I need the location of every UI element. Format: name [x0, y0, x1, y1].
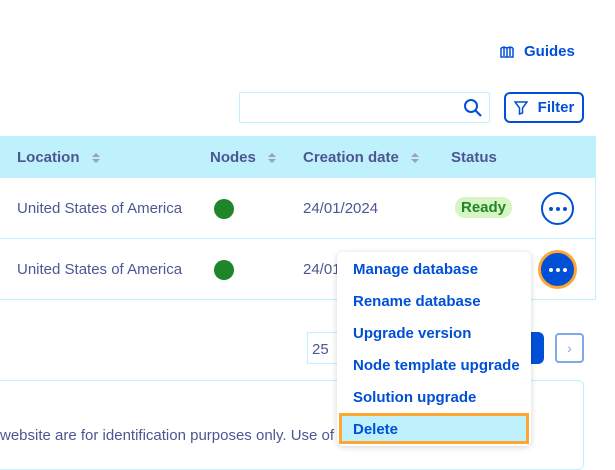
filter-icon [513, 100, 528, 115]
search-input[interactable] [239, 92, 490, 123]
sort-icon[interactable] [267, 152, 276, 163]
column-nodes[interactable]: Nodes [210, 149, 276, 166]
more-actions-button[interactable] [541, 192, 574, 225]
location-cell: United States of America [17, 261, 183, 278]
chevron-right-icon: › [567, 340, 572, 356]
menu-item-delete[interactable]: Delete [339, 413, 529, 444]
location-cell: United States of America [17, 200, 183, 217]
column-location[interactable]: Location [17, 149, 100, 166]
column-label: Nodes [210, 149, 256, 166]
column-label: Creation date [303, 149, 399, 166]
table-row: United States of America 24/01/2024 Read… [0, 178, 596, 239]
status-badge: Ready [455, 197, 513, 218]
filter-label: Filter [537, 99, 575, 116]
menu-item-node-template-upgrade[interactable]: Node template upgrade [353, 357, 520, 374]
menu-item-upgrade-version[interactable]: Upgrade version [353, 325, 471, 342]
creation-date-cell: 24/01/2024 [303, 200, 379, 217]
search-icon[interactable] [463, 98, 483, 118]
next-page-button[interactable]: › [555, 333, 584, 363]
guides-link[interactable]: Guides [500, 43, 575, 60]
menu-item-rename-database[interactable]: Rename database [353, 293, 481, 310]
book-icon [500, 45, 514, 58]
menu-item-manage-database[interactable]: Manage database [353, 261, 478, 278]
node-status-dot [214, 260, 234, 280]
column-creation-date[interactable]: Creation date [303, 149, 419, 166]
column-status: Status [451, 149, 497, 166]
filter-button[interactable]: Filter [504, 92, 584, 123]
sort-icon[interactable] [410, 152, 419, 163]
sort-icon[interactable] [91, 152, 100, 163]
menu-item-solution-upgrade[interactable]: Solution upgrade [353, 389, 476, 406]
guides-label: Guides [524, 43, 575, 60]
node-status-dot [214, 199, 234, 219]
column-label: Location [17, 149, 80, 166]
column-label: Status [451, 149, 497, 166]
footer-text: website are for identification purposes … [0, 427, 335, 444]
actions-menu: Manage database Rename database Upgrade … [337, 252, 531, 446]
more-actions-button[interactable] [541, 253, 574, 286]
table-header: Location Nodes Creation date Status [0, 136, 596, 178]
